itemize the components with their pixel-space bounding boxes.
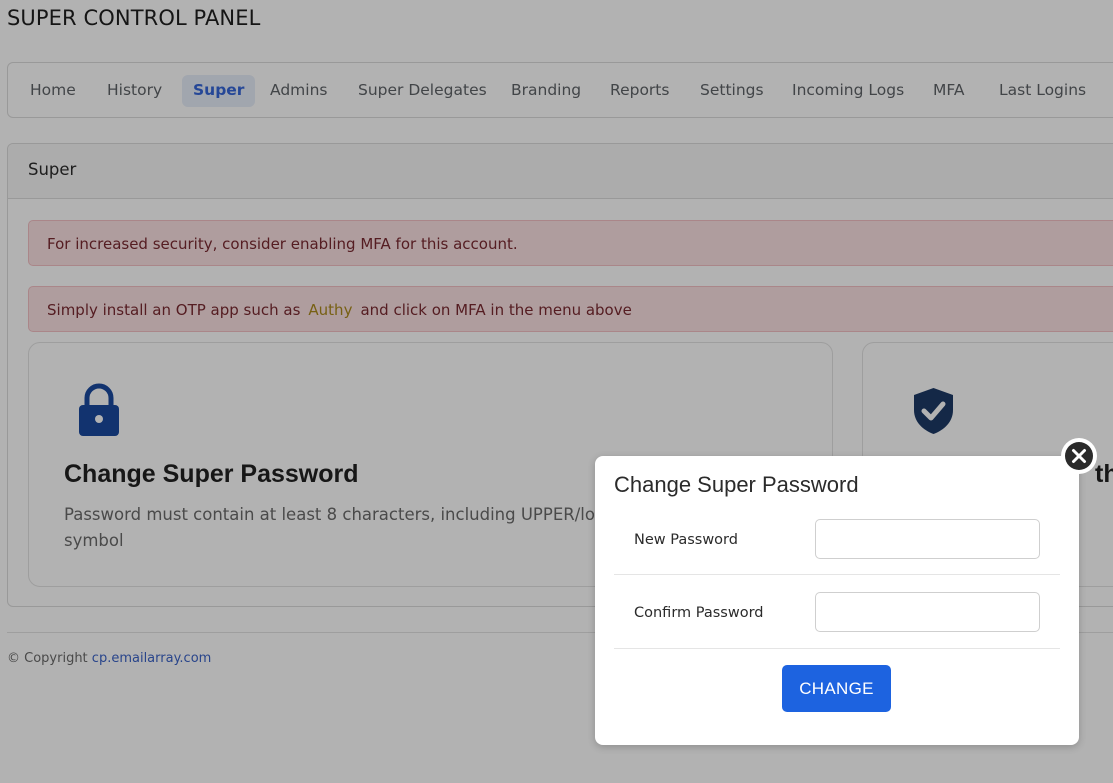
modal-divider-1 (614, 574, 1060, 575)
confirm-password-label: Confirm Password (634, 605, 764, 621)
change-button[interactable]: CHANGE (782, 665, 891, 712)
new-password-input[interactable] (815, 519, 1040, 559)
new-password-label: New Password (634, 532, 738, 548)
modal-divider-2 (614, 648, 1060, 649)
confirm-password-input[interactable] (815, 592, 1040, 632)
close-modal-button[interactable] (1061, 438, 1097, 474)
modal-title: Change Super Password (614, 472, 859, 497)
close-icon (1061, 439, 1097, 478)
change-password-modal: Change Super Password New Password Confi… (595, 456, 1079, 745)
